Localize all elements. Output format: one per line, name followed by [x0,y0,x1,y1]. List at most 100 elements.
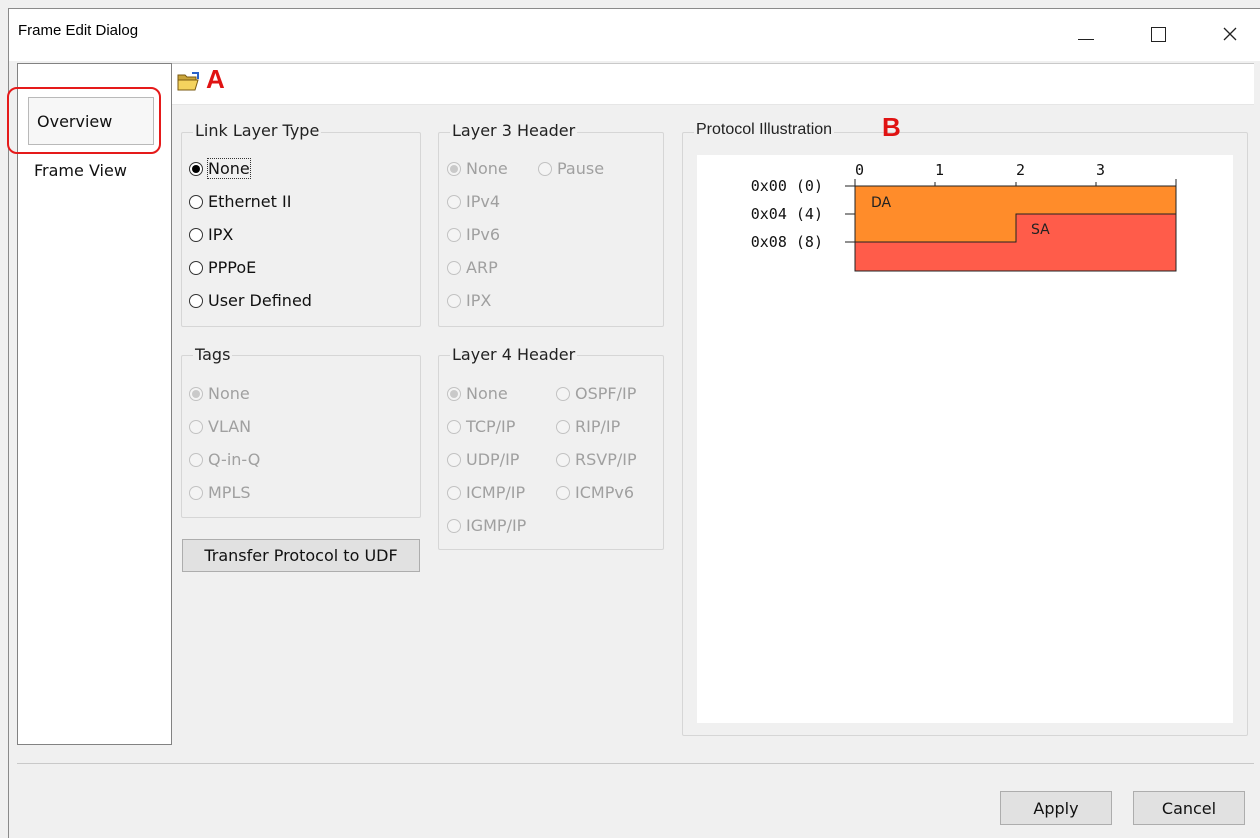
radio-button [447,161,461,176]
radio-button [189,419,203,434]
minimize-icon [1078,38,1094,40]
cancel-button[interactable]: Cancel [1133,791,1245,825]
radio-link-user-defined[interactable]: User Defined [189,291,312,310]
row-label-0x00: 0x00 (0) [751,177,823,195]
highlight-box-a [7,87,161,154]
radio-label: Ethernet II [208,192,292,211]
footer-separator [17,763,1254,764]
radio-button [189,260,203,275]
radio-l4-icmp-ip[interactable]: ICMP/IP [447,483,525,502]
radio-l3-ipx[interactable]: IPX [447,291,491,310]
radio-label: ICMP/IP [466,483,526,502]
radio-button [447,194,461,209]
close-button[interactable] [1200,12,1260,56]
col-label-0: 0 [855,161,864,179]
radio-button [447,260,461,275]
minimize-button[interactable] [1056,12,1116,56]
radio-label: RSVP/IP [575,450,637,469]
radio-button [447,386,461,401]
radio-label: None [466,159,508,178]
radio-button [556,452,570,467]
radio-button [556,386,570,401]
radio-link-ethernet-ii[interactable]: Ethernet II [189,192,291,211]
radio-button [189,452,203,467]
row-label-0x08: 0x08 (8) [751,233,823,251]
row-label-0x04: 0x04 (4) [751,205,823,223]
radio-label: MPLS [208,483,251,502]
toolbar [172,63,1254,105]
radio-button [447,452,461,467]
radio-button [189,161,203,176]
layer4-title: Layer 4 Header [450,345,578,364]
field-label-da: DA [871,195,892,211]
radio-l4-ospf-ip[interactable]: OSPF/IP [556,384,636,403]
radio-l3-ipv6[interactable]: IPv6 [447,225,500,244]
radio-l4-rsvp-ip[interactable]: RSVP/IP [556,450,637,469]
radio-label: IPv4 [466,192,501,211]
radio-label: RIP/IP [575,417,621,436]
radio-l4-rip-ip[interactable]: RIP/IP [556,417,620,436]
radio-label: IPX [208,225,234,244]
col-label-1: 1 [935,161,944,179]
annotation-a: A [206,64,225,94]
radio-l4-igmp-ip[interactable]: IGMP/IP [447,516,526,535]
close-icon [1223,27,1237,41]
radio-tags-q-in-q[interactable]: Q-in-Q [189,450,260,469]
radio-tags-vlan[interactable]: VLAN [189,417,251,436]
radio-tags-mpls[interactable]: MPLS [189,483,251,502]
apply-button[interactable]: Apply [1000,791,1112,825]
radio-label: IPv6 [466,225,501,244]
radio-link-none[interactable]: None [189,158,251,179]
radio-button [447,419,461,434]
radio-label: None [466,384,508,403]
radio-button [189,485,203,500]
maximize-icon [1150,26,1166,42]
radio-button [189,386,203,401]
radio-label: None [208,384,250,403]
radio-tags-none[interactable]: None [189,384,250,403]
radio-button [556,419,570,434]
radio-label: ICMPv6 [575,483,634,502]
radio-button [189,227,203,242]
radio-l4-none[interactable]: None [447,384,508,403]
radio-l4-icmpv6[interactable]: ICMPv6 [556,483,634,502]
nav-item-label: Frame View [34,161,127,180]
nav-item-frame-view[interactable]: Frame View [34,161,127,180]
annotation-b: B [882,112,901,142]
window-title: Frame Edit Dialog [18,22,139,39]
radio-button [447,518,461,533]
radio-button [447,293,461,308]
radio-button [189,194,203,209]
radio-l3-none[interactable]: None [447,159,508,178]
link-layer-title: Link Layer Type [193,121,322,140]
radio-l3-arp[interactable]: ARP [447,258,498,277]
radio-label: IGMP/IP [466,516,527,535]
radio-label: User Defined [208,291,312,310]
protocol-illustration-title: Protocol Illustration [694,121,835,139]
radio-link-ipx[interactable]: IPX [189,225,233,244]
radio-label: PPPoE [208,258,257,277]
protocol-diagram: 0 1 2 3 0x00 (0) 0x04 (4) 0x08 (8) DA SA [751,161,1177,272]
radio-label: OSPF/IP [575,384,637,403]
radio-l4-tcp-ip[interactable]: TCP/IP [447,417,515,436]
radio-button [556,485,570,500]
radio-button [447,227,461,242]
tags-title: Tags [193,345,233,364]
radio-label: Q-in-Q [208,450,261,469]
radio-label: ARP [466,258,498,277]
radio-label: IPX [466,291,492,310]
open-folder-icon [177,72,199,91]
radio-label: TCP/IP [466,417,516,436]
open-file-button[interactable] [176,71,202,97]
radio-label: VLAN [208,417,252,436]
radio-button [447,485,461,500]
col-label-3: 3 [1096,161,1105,179]
col-label-2: 2 [1016,161,1025,179]
maximize-button[interactable] [1128,12,1188,56]
radio-l3-ipv4[interactable]: IPv4 [447,192,500,211]
radio-l3-pause[interactable]: Pause [538,159,604,178]
radio-label: UDP/IP [466,450,520,469]
radio-l4-udp-ip[interactable]: UDP/IP [447,450,519,469]
transfer-protocol-button[interactable]: Transfer Protocol to UDF [182,539,420,572]
radio-link-pppoe[interactable]: PPPoE [189,258,256,277]
